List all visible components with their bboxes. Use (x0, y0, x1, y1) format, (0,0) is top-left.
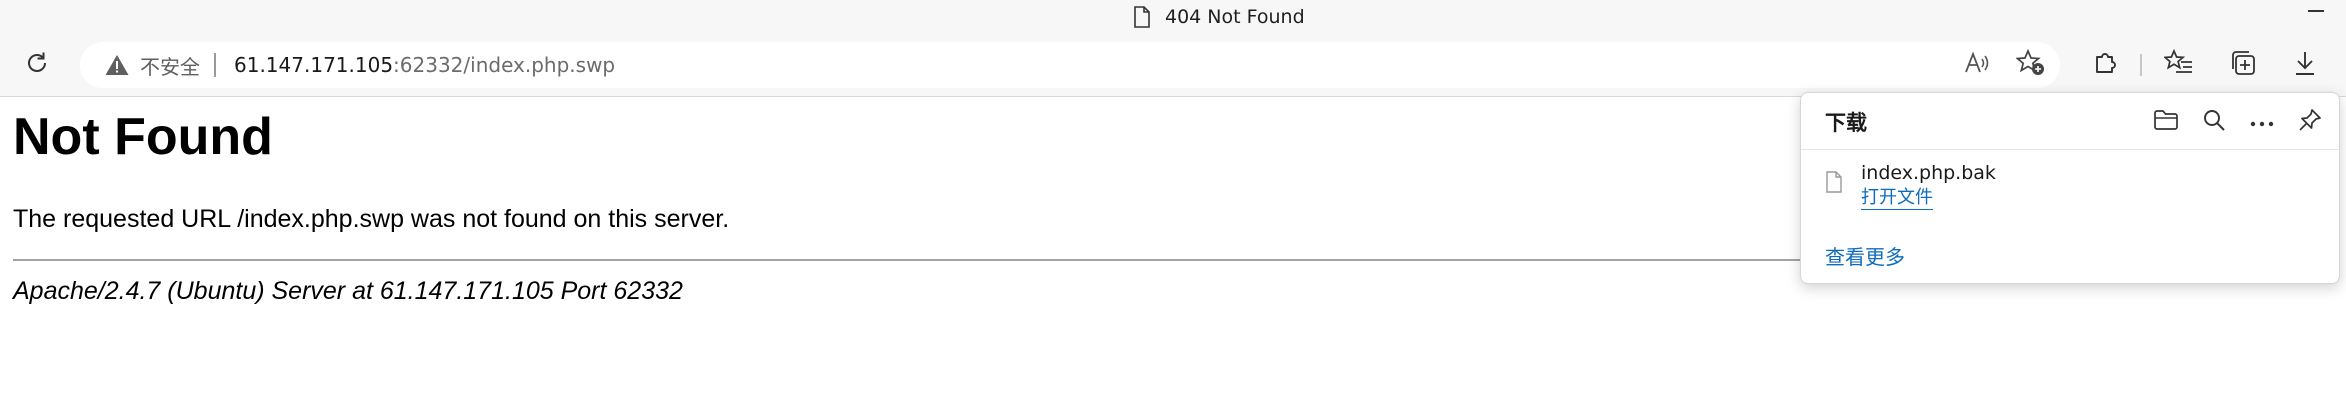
more-options-button[interactable] (2241, 101, 2283, 143)
window-title: 404 Not Found (1165, 6, 1305, 28)
warning-icon[interactable] (104, 53, 130, 77)
downloads-header: 下载 (1801, 93, 2339, 150)
refresh-icon (24, 50, 50, 80)
title-bar: 404 Not Found (0, 0, 2346, 34)
search-downloads-button[interactable] (2193, 101, 2235, 143)
window-title-group: 404 Not Found (1133, 4, 1305, 30)
puzzle-icon (2091, 49, 2119, 81)
add-favorite-button[interactable] (2010, 44, 2052, 86)
downloads-actions (2145, 101, 2331, 143)
download-filename: index.php.bak (1861, 162, 1996, 184)
star-add-icon (2015, 48, 2046, 81)
address-bar[interactable]: 不安全 61.147.171.105:62332/index.php.swp (80, 42, 2060, 88)
file-icon (1825, 171, 1843, 197)
minimize-button[interactable] (2286, 0, 2346, 34)
minimize-icon (2308, 10, 2324, 12)
download-icon (2292, 49, 2318, 81)
page-document-icon (1133, 6, 1151, 28)
favorites-button[interactable] (2158, 44, 2200, 86)
extensions-button[interactable] (2084, 44, 2126, 86)
refresh-button[interactable] (16, 44, 58, 86)
pin-icon (2298, 108, 2322, 136)
address-divider (214, 53, 216, 77)
url-text[interactable]: 61.147.171.105:62332/index.php.swp (234, 53, 615, 77)
more-icon (2250, 113, 2274, 132)
downloads-panel: 下载 index.php.bak 打开文件 查看更多 (1800, 92, 2340, 284)
toolbar-divider (2140, 54, 2142, 76)
read-aloud-icon (1963, 50, 1991, 80)
read-aloud-button[interactable] (1956, 44, 1998, 86)
collections-button[interactable] (2222, 44, 2264, 86)
search-icon (2202, 108, 2226, 136)
downloads-title: 下载 (1825, 111, 1867, 135)
see-more-link[interactable]: 查看更多 (1825, 241, 1905, 270)
security-label[interactable]: 不安全 (140, 51, 200, 80)
collections-icon (2229, 49, 2257, 81)
downloads-button[interactable] (2284, 44, 2326, 86)
open-downloads-folder-button[interactable] (2145, 101, 2187, 143)
folder-icon (2153, 109, 2179, 135)
download-item[interactable]: index.php.bak 打开文件 (1825, 161, 1996, 210)
page-heading: Not Found (13, 108, 273, 166)
server-signature: Apache/2.4.7 (Ubuntu) Server at 61.147.1… (13, 277, 683, 305)
error-message: The requested URL /index.php.swp was not… (13, 205, 730, 233)
pin-panel-button[interactable] (2289, 101, 2331, 143)
url-host: 61.147.171.105 (234, 53, 394, 77)
address-bar-actions (1956, 42, 2060, 88)
url-path: :62332/index.php.swp (393, 53, 616, 77)
browser-toolbar: 不安全 61.147.171.105:62332/index.php.swp (0, 34, 2346, 97)
favorites-list-icon (2162, 48, 2194, 81)
download-item-details: index.php.bak 打开文件 (1861, 161, 1996, 210)
open-file-link[interactable]: 打开文件 (1861, 187, 1933, 210)
